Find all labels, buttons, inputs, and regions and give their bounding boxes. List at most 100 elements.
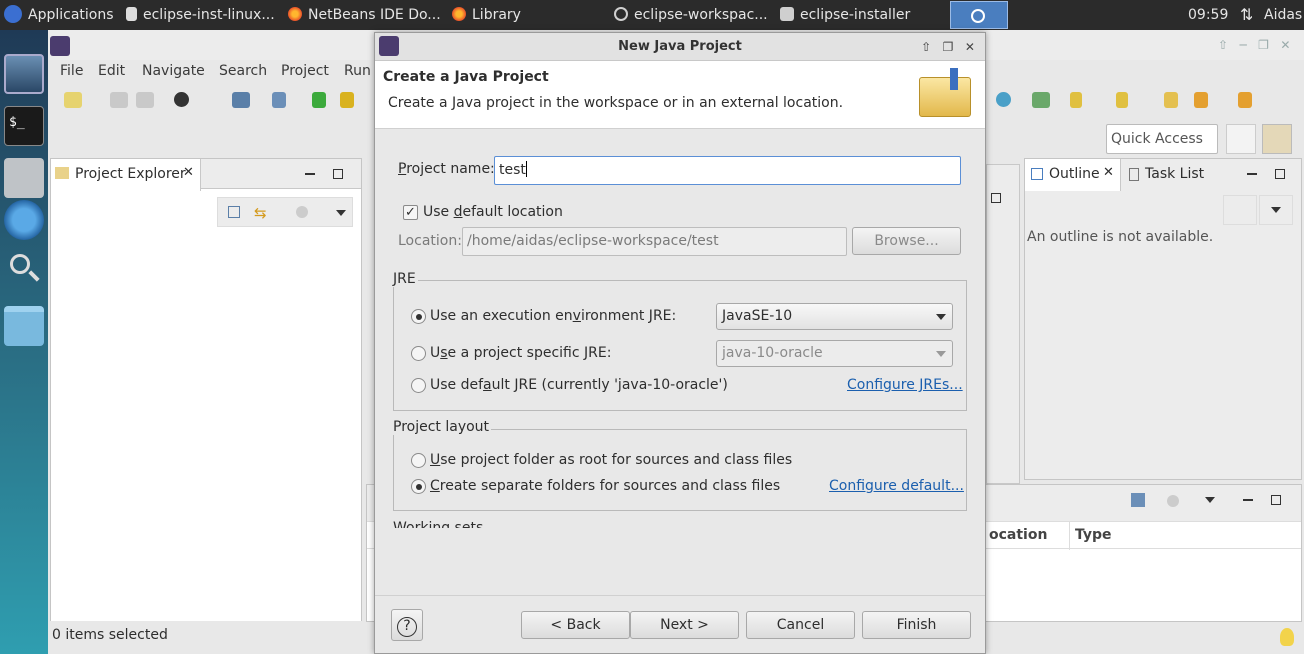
previous-annotation-icon[interactable] — [1116, 92, 1128, 108]
layout-separate-radio[interactable] — [411, 479, 426, 494]
search-workspace-icon[interactable] — [1032, 92, 1050, 108]
project-explorer-panel: Project Explorer ✕ ⇆ — [50, 158, 362, 621]
task-eclipse-workspace[interactable]: eclipse-workspac... — [614, 0, 770, 30]
filters-icon[interactable] — [296, 206, 308, 218]
collapse-all-icon[interactable] — [228, 206, 240, 218]
help-icon: ? — [397, 617, 417, 637]
configure-jres-link[interactable]: Configure JREs... — [847, 377, 963, 393]
use-default-location-checkbox[interactable]: ✓ — [403, 205, 418, 220]
jre-specific-radio[interactable] — [411, 346, 426, 361]
java-perspective-icon[interactable] — [1262, 124, 1292, 154]
next-annotation-icon[interactable] — [1070, 92, 1082, 108]
menu-run[interactable]: Run — [344, 63, 371, 79]
filters-icon[interactable] — [1167, 495, 1179, 507]
applications-label: Applications — [28, 7, 114, 23]
menu-project[interactable]: Project — [281, 63, 329, 79]
close-icon[interactable]: ✕ — [1103, 165, 1114, 180]
skip-breakpoints-icon[interactable] — [272, 92, 286, 108]
console-icon[interactable] — [232, 92, 250, 108]
web-browser-icon[interactable] — [4, 200, 44, 240]
task-eclipse-installer[interactable]: eclipse-installer — [780, 0, 940, 30]
window-controls[interactable]: ⇧ ─ ❐ ✕ — [1218, 38, 1290, 52]
workspace-switcher[interactable] — [950, 1, 1008, 29]
view-menu-icon[interactable] — [1259, 195, 1293, 225]
back-button[interactable]: < Back — [521, 611, 630, 639]
new-icon[interactable] — [64, 92, 82, 108]
task-label: eclipse-installer — [800, 7, 911, 23]
save-all-icon[interactable] — [136, 92, 154, 108]
user-menu[interactable]: Aidas — [1264, 0, 1304, 30]
project-explorer-tab[interactable]: Project Explorer ✕ — [51, 159, 201, 191]
task-library[interactable]: Library — [452, 0, 602, 30]
editor-area — [986, 164, 1020, 484]
jre-exec-env-select[interactable]: JavaSE-10 — [716, 303, 953, 330]
outline-tab[interactable]: Outline ✕ — [1025, 159, 1121, 191]
minimize-icon[interactable] — [1243, 499, 1253, 501]
suspend-icon[interactable] — [340, 92, 354, 108]
clock[interactable]: 09:59 — [1188, 0, 1234, 30]
project-tree[interactable] — [51, 229, 361, 621]
shade-icon[interactable]: ⇧ — [921, 40, 931, 54]
save-icon[interactable] — [110, 92, 128, 108]
view-menu-icon[interactable] — [1205, 497, 1215, 503]
maximize-icon[interactable] — [1275, 169, 1285, 179]
configure-icon[interactable] — [1131, 493, 1145, 507]
terminal-icon[interactable]: $_ — [4, 106, 44, 146]
menu-search[interactable]: Search — [219, 63, 267, 79]
chevron-down-icon — [936, 314, 946, 320]
globe-icon[interactable] — [996, 92, 1011, 107]
minimize-icon[interactable] — [305, 173, 315, 175]
task-netbeans[interactable]: NetBeans IDE Do... — [288, 0, 440, 30]
layout-root-radio[interactable] — [411, 453, 426, 468]
cancel-button[interactable]: Cancel — [746, 611, 855, 639]
close-icon[interactable]: ✕ — [965, 40, 975, 54]
files-folder-icon[interactable] — [4, 306, 44, 346]
next-button[interactable]: Next > — [630, 611, 739, 639]
dock: $_ — [0, 30, 48, 654]
maximize-icon[interactable]: ❐ — [943, 40, 954, 54]
menu-edit[interactable]: Edit — [98, 63, 125, 79]
home-folder-icon[interactable] — [4, 158, 44, 198]
column-type[interactable]: Type — [1075, 527, 1112, 543]
network-icon[interactable]: ⇅ — [1240, 0, 1252, 30]
wizard-description: Create a Java project in the workspace o… — [388, 95, 844, 111]
browse-button[interactable]: Browse... — [852, 227, 961, 255]
search-icon[interactable] — [4, 250, 44, 290]
debug-icon[interactable] — [174, 92, 189, 107]
maximize-icon[interactable] — [333, 169, 343, 179]
task-label: eclipse-workspac... — [634, 7, 768, 23]
open-perspective-icon[interactable] — [1226, 124, 1256, 154]
finish-button[interactable]: Finish — [862, 611, 971, 639]
dialog-title: New Java Project — [618, 39, 742, 54]
column-location[interactable]: ocation — [989, 527, 1047, 543]
minimize-icon[interactable] — [1247, 173, 1257, 175]
menu-file[interactable]: File — [60, 63, 83, 79]
last-edit-icon[interactable] — [1164, 92, 1178, 108]
jre-exec-env-radio[interactable] — [411, 309, 426, 324]
working-sets-label: Working sets — [393, 520, 484, 528]
applications-menu[interactable]: Applications — [4, 0, 120, 30]
maximize-icon[interactable] — [991, 193, 1001, 203]
task-list-tab[interactable]: Task List — [1125, 159, 1225, 191]
jre-group-title: JRE — [393, 271, 418, 287]
jre-default-radio[interactable] — [411, 378, 426, 393]
jre-specific-select[interactable]: java-10-oracle — [716, 340, 953, 367]
resume-icon[interactable] — [312, 92, 326, 108]
link-editor-icon[interactable]: ⇆ — [254, 204, 267, 222]
help-button[interactable]: ? — [391, 609, 423, 641]
back-icon[interactable] — [1194, 92, 1208, 108]
location-input[interactable]: /home/aidas/eclipse-workspace/test — [462, 227, 847, 256]
forward-icon[interactable] — [1238, 92, 1252, 108]
close-icon[interactable]: ✕ — [183, 165, 194, 180]
quick-access-field[interactable]: Quick Access — [1106, 124, 1218, 154]
configure-default-link[interactable]: Configure default... — [829, 478, 964, 494]
lightbulb-icon[interactable] — [1280, 628, 1294, 646]
desktop-icon[interactable] — [4, 54, 44, 94]
task-eclipse-inst[interactable]: eclipse-inst-linux... — [126, 0, 278, 30]
filters-icon[interactable] — [1223, 195, 1257, 225]
maximize-icon[interactable] — [1271, 495, 1281, 505]
project-name-input[interactable]: test — [494, 156, 961, 185]
menu-navigate[interactable]: Navigate — [142, 63, 205, 79]
eclipse-app-icon — [379, 36, 399, 56]
view-menu-icon[interactable] — [336, 210, 346, 216]
